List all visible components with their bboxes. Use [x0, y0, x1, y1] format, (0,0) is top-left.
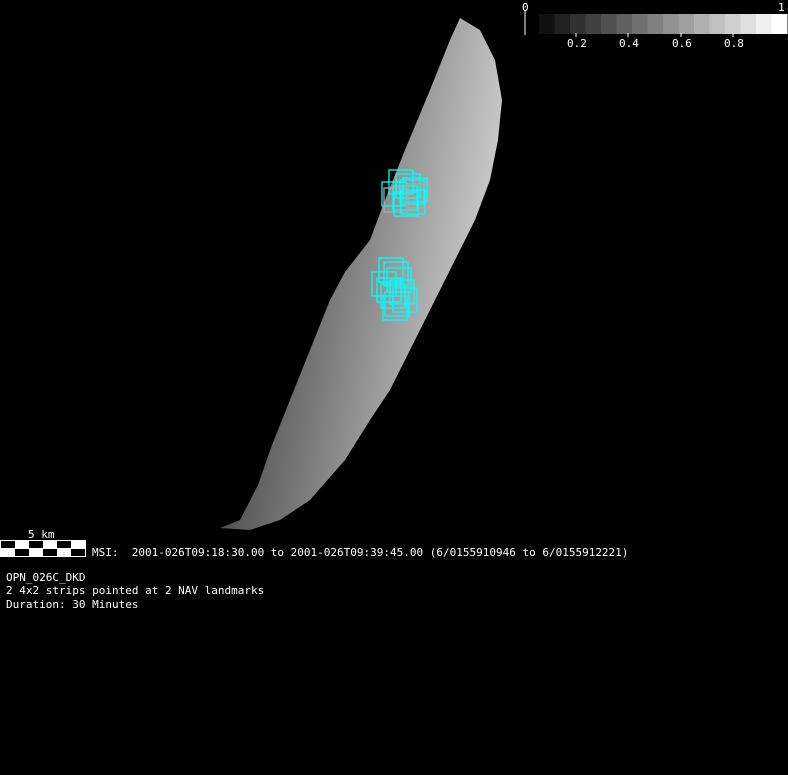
- asteroid-crescent: [220, 18, 502, 530]
- colorbar-tick: 0.8: [724, 37, 744, 50]
- colorbar-step: [616, 14, 633, 34]
- scale-bar-segment: [29, 541, 43, 548]
- msi-time-range: MSI: 2001-026T09:18:30.00 to 2001-026T09…: [92, 546, 629, 559]
- scale-bar-label: 5 km: [28, 528, 55, 541]
- plan-description: 2 4x2 strips pointed at 2 NAV landmarks: [6, 584, 265, 597]
- colorbar-step: [709, 14, 726, 34]
- scale-bar-segment: [57, 541, 71, 548]
- colorbar-step: [678, 14, 695, 34]
- colorbar-step: [570, 14, 586, 34]
- asteroid-image: [0, 10, 788, 557]
- scale-bar-segment: [15, 549, 29, 556]
- colorbar-tick: 0.4: [619, 37, 639, 50]
- colorbar-step: [756, 14, 772, 34]
- colorbar-step: [554, 14, 571, 34]
- colorbar-step: [663, 14, 679, 34]
- colorbar-step: [585, 14, 602, 34]
- scale-bar-segment: [71, 549, 85, 556]
- colorbar-step: [632, 14, 648, 34]
- plan-duration: Duration: 30 Minutes: [6, 598, 139, 611]
- colorbar-step: [647, 14, 664, 34]
- colorbar-tick: 0.6: [672, 37, 692, 50]
- scale-bar: [0, 540, 86, 557]
- colorbar-step: [601, 14, 617, 34]
- scale-bar-segment: [43, 549, 57, 556]
- colorbar-min-label: 0: [522, 1, 529, 14]
- colorbar: [524, 10, 788, 37]
- plan-name: OPN_026C_DKD: [6, 571, 86, 584]
- colorbar-step: [725, 14, 741, 34]
- colorbar-max-label: 1: [778, 1, 785, 14]
- colorbar-step: [740, 14, 757, 34]
- colorbar-step: [771, 14, 788, 34]
- colorbar-step: [694, 14, 710, 34]
- scale-bar-segment: [1, 541, 15, 548]
- colorbar-tick: 0.2: [567, 37, 587, 50]
- colorbar-step: [539, 14, 555, 34]
